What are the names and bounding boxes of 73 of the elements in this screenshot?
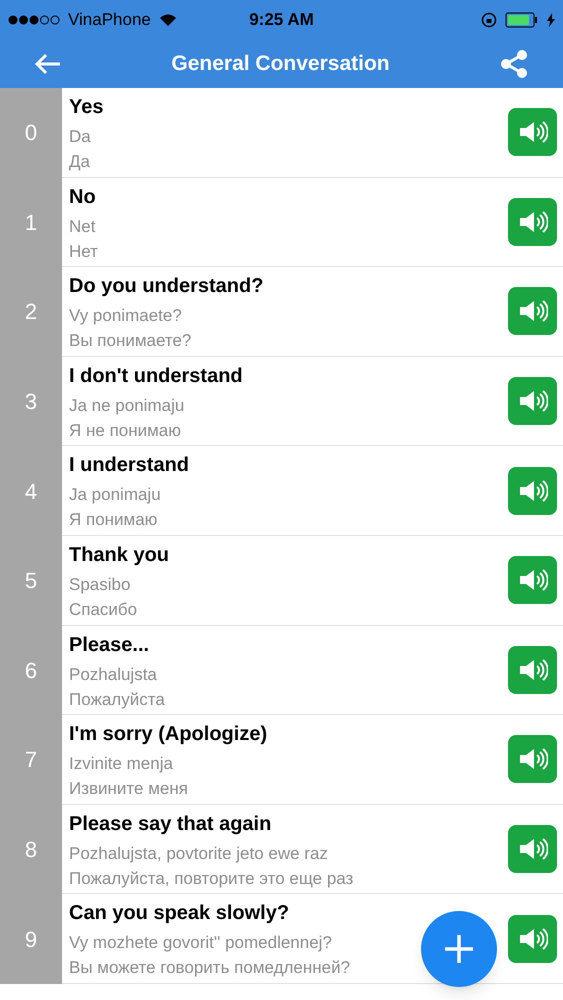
row-number-cell: 5 — [0, 536, 62, 626]
phrase-russian: Я понимаю — [69, 509, 158, 532]
signal-icon — [8, 15, 60, 25]
phrase-russian: Пожалуйста — [69, 688, 165, 711]
phrase-transliteration: Vy mozhete govorit'' pomedlennej? — [69, 932, 332, 954]
clock-time: 9:25 AM — [248, 9, 315, 32]
phrase-russian: Вы можете говорить помедленней? — [69, 957, 350, 980]
speaker-icon — [518, 478, 548, 503]
speaker-icon — [518, 389, 548, 414]
back-arrow-icon — [34, 52, 62, 76]
phrase-russian: Извините меня — [69, 778, 188, 800]
play-audio-button[interactable] — [508, 735, 557, 784]
phrase-russian: Да — [69, 151, 90, 173]
phrase-english: I'm sorry (Apologize) — [69, 722, 268, 748]
phrase-russian: Я не понимаю — [69, 420, 182, 442]
phrase-transliteration: Da — [69, 126, 91, 148]
phrase-transliteration: Ja ne ponimaju — [69, 394, 184, 417]
play-audio-button[interactable] — [508, 646, 557, 694]
row-number-cell: 2 — [0, 267, 62, 357]
play-audio-button[interactable] — [508, 377, 557, 426]
row-number-cell: 0 — [0, 88, 62, 178]
speaker-icon — [518, 210, 548, 234]
charging-icon — [547, 13, 555, 27]
speaker-icon — [518, 120, 548, 144]
phrase-english: Do you understand? — [69, 274, 264, 300]
phrase-russian: Нет — [69, 240, 98, 263]
phrase-english: Can you speak slowly? — [69, 901, 290, 926]
phrase-english: I understand — [69, 453, 190, 478]
row-number-cell: 8 — [0, 804, 62, 894]
carrier-name: VinaPhone — [68, 9, 151, 32]
phrase-russian: Спасибо — [69, 598, 138, 621]
speaker-icon — [518, 568, 548, 592]
row-number-cell: 9 — [0, 894, 62, 984]
row-number-cell: 4 — [0, 446, 62, 536]
plus-icon — [444, 934, 474, 964]
phrase-transliteration: Net — [69, 216, 96, 238]
phrase-transliteration: Izvinite menja — [69, 753, 173, 776]
phrase-english: Yes — [69, 95, 104, 120]
phrase-transliteration: Pozhalujsta, povtorite jeto ewe raz — [69, 842, 328, 865]
phrase-english: I don't understand — [69, 364, 243, 389]
wifi-icon — [158, 13, 177, 27]
row-number-cell: 3 — [0, 356, 62, 446]
speaker-icon — [518, 837, 548, 862]
phrase-english: Thank you — [69, 542, 170, 568]
phrase-russian: Пожалуйста, повторите это еще раз — [69, 868, 354, 890]
phrase-english: No — [69, 184, 96, 210]
play-audio-button[interactable] — [508, 287, 557, 336]
speaker-icon — [518, 926, 548, 951]
share-button[interactable] — [498, 49, 529, 79]
phrase-transliteration: Pozhalujsta — [69, 664, 157, 686]
phrase-transliteration: Vy ponimaete? — [69, 305, 182, 328]
phrase-russian: Вы понимаете? — [69, 330, 192, 352]
speaker-icon — [518, 299, 548, 324]
rotation-lock-icon — [481, 12, 497, 28]
play-audio-button[interactable] — [508, 108, 557, 156]
phrase-transliteration: Ja ponimaju — [69, 484, 161, 506]
play-audio-button[interactable] — [508, 825, 557, 874]
row-number-cell: 7 — [0, 715, 62, 805]
play-audio-button[interactable] — [508, 556, 557, 604]
play-audio-button[interactable] — [508, 914, 557, 963]
phrase-english: Please... — [69, 632, 150, 658]
screen-title: General Conversation — [171, 51, 390, 78]
share-icon — [498, 49, 529, 79]
row-number-cell: 6 — [0, 626, 62, 716]
speaker-icon — [518, 658, 548, 682]
play-audio-button[interactable] — [508, 466, 557, 515]
battery-icon — [505, 12, 539, 28]
play-audio-button[interactable] — [508, 198, 557, 246]
speaker-icon — [518, 747, 548, 772]
row-number-cell: 1 — [0, 178, 62, 268]
phrase-transliteration: Spasibo — [69, 574, 130, 596]
phrase-english: Please say that again — [69, 812, 272, 837]
back-button[interactable] — [34, 52, 62, 76]
